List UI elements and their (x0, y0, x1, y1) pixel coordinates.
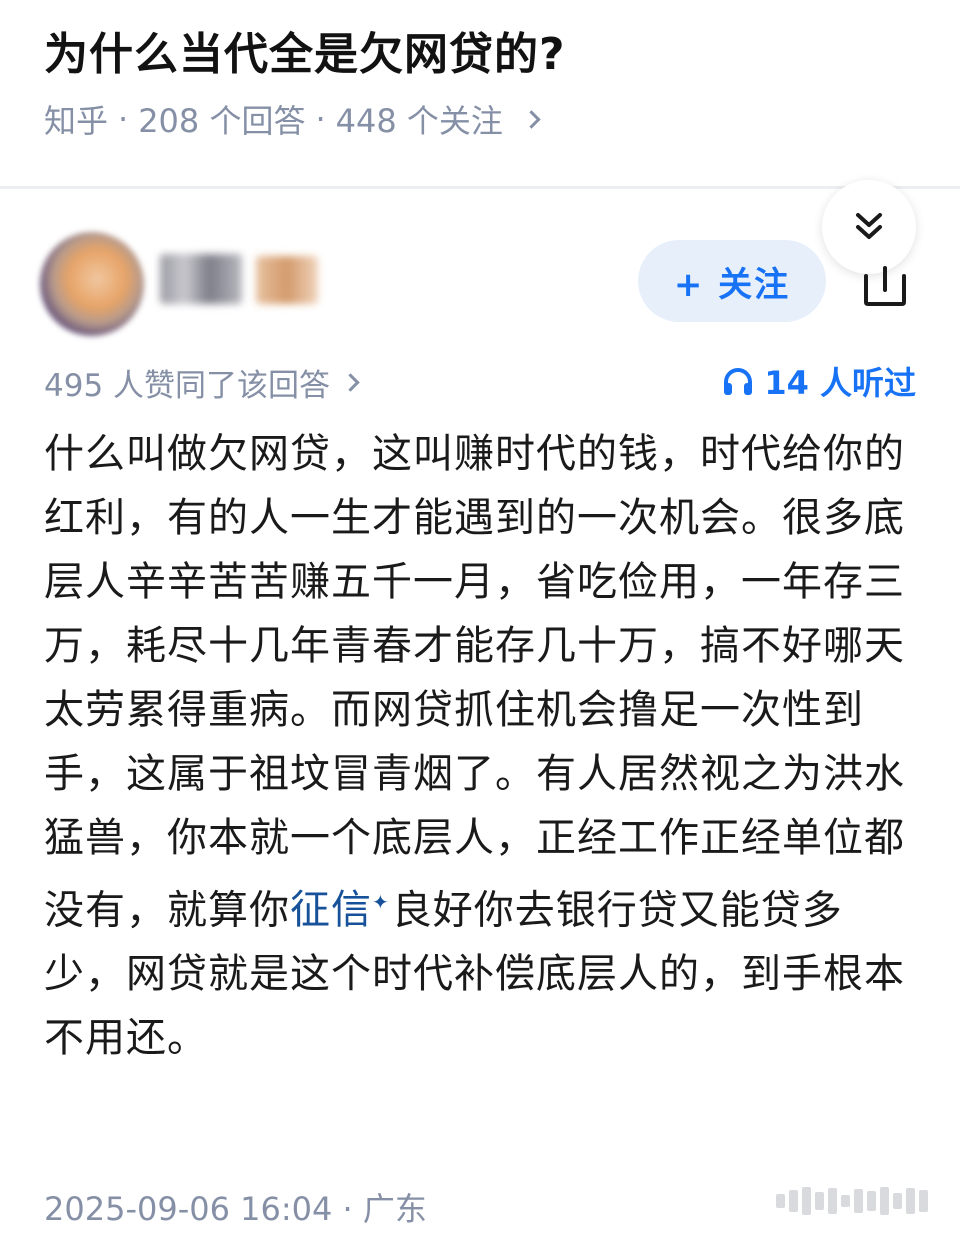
source-label: 知乎 (44, 102, 109, 140)
sparkle-icon: ✦ (372, 890, 390, 914)
question-header: 为什么当代全是欠网贷的? 知乎 · 208 个回答 · 448 个关注 (0, 0, 960, 188)
follow-button[interactable]: + 关注 (638, 240, 826, 322)
chevron-right-icon (522, 109, 541, 129)
answer-footer: 2025-09-06 16:04 · 广东 (44, 1184, 427, 1230)
follower-count: 448 个关注 (335, 102, 503, 140)
watermark-logo (776, 1186, 942, 1216)
vote-count: 495 人赞同了该回答 (44, 368, 331, 404)
author-name-blurred[interactable] (160, 254, 242, 304)
answer-location: 广东 (362, 1190, 427, 1228)
collapse-button[interactable] (822, 180, 916, 274)
meta-separator: · (315, 100, 326, 138)
answer-date: 2025-09-06 16:04 (44, 1190, 333, 1228)
question-title[interactable]: 为什么当代全是欠网贷的? (44, 18, 566, 82)
answer-text-part1: 什么叫做欠网贷，这叫赚时代的钱，时代给你的红利，有的人一生才能遇到的一次机会。很… (44, 431, 905, 934)
question-meta[interactable]: 知乎 · 208 个回答 · 448 个关注 (44, 96, 541, 142)
keyword-link[interactable]: 征信 (290, 887, 372, 933)
vote-summary[interactable]: 495 人赞同了该回答 (44, 360, 360, 405)
author-badge-blurred (256, 256, 318, 304)
listen-count-label: 14 人听过 (764, 364, 916, 402)
chevron-right-icon (341, 373, 360, 392)
author-avatar[interactable] (40, 232, 144, 336)
meta-separator: · (118, 100, 129, 138)
share-icon[interactable] (860, 262, 910, 308)
header-divider (0, 186, 960, 189)
footer-separator: · (342, 1190, 363, 1228)
headphones-icon (724, 368, 753, 395)
answer-count: 208 个回答 (138, 102, 306, 140)
double-chevron-down-icon (856, 213, 882, 239)
answer-body: 什么叫做欠网贷，这叫赚时代的钱，时代给你的红利，有的人一生才能遇到的一次机会。很… (44, 422, 924, 1070)
listen-count[interactable]: 14 人听过 (722, 358, 916, 404)
